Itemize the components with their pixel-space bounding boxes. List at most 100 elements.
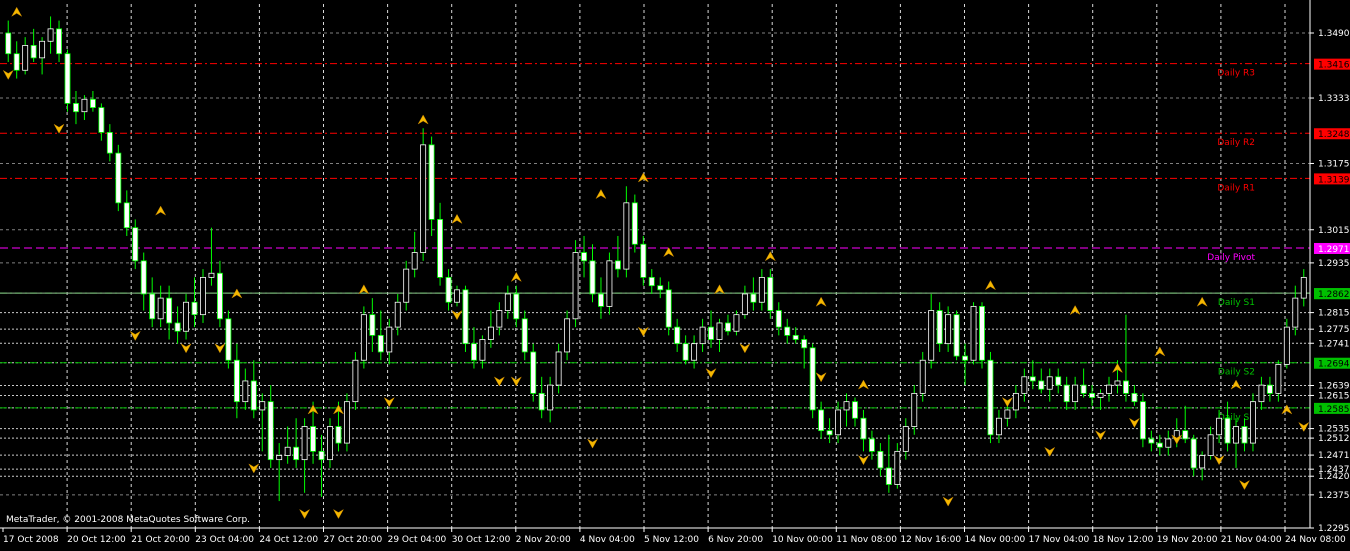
candle-body[interactable] <box>1089 392 1096 398</box>
candle-body[interactable] <box>1250 401 1256 444</box>
candle-body[interactable] <box>530 351 537 394</box>
candle-body[interactable] <box>598 293 604 307</box>
candle-body[interactable] <box>140 260 147 295</box>
candle-body[interactable] <box>157 297 164 320</box>
candle-body[interactable] <box>555 351 562 386</box>
candle-body[interactable] <box>564 318 571 353</box>
candle-body[interactable] <box>1055 376 1062 386</box>
candle-body[interactable] <box>149 293 156 320</box>
candle-body[interactable] <box>377 334 384 353</box>
candle-body[interactable] <box>411 252 418 270</box>
candle-body[interactable] <box>1046 376 1053 390</box>
candle-body[interactable] <box>725 322 731 332</box>
candle-body[interactable] <box>1283 326 1290 365</box>
candle-body[interactable] <box>1233 426 1239 444</box>
candle-body[interactable] <box>343 401 350 444</box>
candle-body[interactable] <box>166 297 173 324</box>
candle-body[interactable] <box>521 318 528 353</box>
candle-body[interactable] <box>970 305 977 361</box>
candle-body[interactable] <box>699 326 706 345</box>
candle-body[interactable] <box>885 467 892 485</box>
candle-body[interactable] <box>1156 442 1163 448</box>
candle-body[interactable] <box>5 32 12 55</box>
candle-body[interactable] <box>22 45 29 71</box>
candle-body[interactable] <box>504 293 511 311</box>
candle-body[interactable] <box>581 252 587 262</box>
candle-body[interactable] <box>809 347 816 411</box>
candle-body[interactable] <box>741 293 748 316</box>
candle-body[interactable] <box>1063 384 1070 403</box>
candle-body[interactable] <box>115 152 122 204</box>
candle-body[interactable] <box>691 343 698 361</box>
candle-body[interactable] <box>1131 392 1138 403</box>
candle-body[interactable] <box>30 45 37 59</box>
candle-body[interactable] <box>852 401 858 419</box>
candle-body[interactable] <box>1012 392 1019 411</box>
candle-body[interactable] <box>479 339 486 361</box>
candle-body[interactable] <box>1258 384 1265 403</box>
candle-body[interactable] <box>606 260 613 307</box>
candle-body[interactable] <box>420 144 427 253</box>
candle-body[interactable] <box>674 326 681 345</box>
candle-body[interactable] <box>843 401 850 411</box>
candle-body[interactable] <box>1224 417 1231 444</box>
candle-body[interactable] <box>868 438 875 452</box>
candle-body[interactable] <box>860 417 867 440</box>
candle-body[interactable] <box>1300 276 1307 299</box>
candle-body[interactable] <box>1190 438 1197 469</box>
candle-body[interactable] <box>987 359 994 436</box>
candle-body[interactable] <box>123 202 130 229</box>
candle-body[interactable] <box>496 310 503 328</box>
candle-body[interactable] <box>1207 434 1214 456</box>
candle-body[interactable] <box>665 289 672 328</box>
candle-body[interactable] <box>310 426 317 452</box>
candle-body[interactable] <box>200 276 206 316</box>
candle-body[interactable] <box>267 401 274 461</box>
candle-body[interactable] <box>589 260 596 295</box>
candle-body[interactable] <box>623 202 630 270</box>
candle-body[interactable] <box>352 359 359 403</box>
candle-body[interactable] <box>538 392 545 411</box>
candle-body[interactable] <box>995 417 1002 436</box>
candle-body[interactable] <box>471 343 477 361</box>
candle-body[interactable] <box>360 314 367 361</box>
candle-body[interactable] <box>1038 380 1045 390</box>
candle-body[interactable] <box>1199 455 1206 469</box>
candle-body[interactable] <box>877 450 884 469</box>
candle-body[interactable] <box>225 318 232 361</box>
candle-body[interactable] <box>428 144 435 220</box>
candle-body[interactable] <box>445 276 452 303</box>
candle-body[interactable] <box>1029 376 1036 382</box>
candle-body[interactable] <box>513 293 520 320</box>
candle-body[interactable] <box>911 392 918 427</box>
candle-body[interactable] <box>284 446 291 456</box>
candle-body[interactable] <box>191 301 198 316</box>
candle-body[interactable] <box>1114 380 1121 386</box>
candle-body[interactable] <box>98 107 105 133</box>
candle-body[interactable] <box>250 380 257 411</box>
candle-body[interactable] <box>1266 384 1273 394</box>
candle-body[interactable] <box>174 322 181 332</box>
candle-body[interactable] <box>13 53 20 71</box>
candlestick-chart[interactable]: Daily R3 Daily R2 Daily R1 Daily Pivot Daily… <box>0 0 1350 547</box>
candle-body[interactable] <box>928 310 935 361</box>
candle-body[interactable] <box>826 430 833 436</box>
candle-body[interactable] <box>1292 297 1299 328</box>
candle-body[interactable] <box>1216 417 1223 436</box>
candle-body[interactable] <box>183 301 189 332</box>
candle-body[interactable] <box>962 355 969 361</box>
candle-body[interactable] <box>369 314 376 336</box>
candle-body[interactable] <box>1021 376 1028 394</box>
candle-body[interactable] <box>47 28 54 42</box>
candle-body[interactable] <box>318 450 325 461</box>
candle-body[interactable] <box>631 202 638 245</box>
candle-body[interactable] <box>1139 401 1146 440</box>
candle-body[interactable] <box>648 276 655 287</box>
candle-body[interactable] <box>454 289 460 303</box>
candle-body[interactable] <box>894 450 901 485</box>
candle-body[interactable] <box>276 455 283 461</box>
candle-body[interactable] <box>936 310 943 345</box>
candle-body[interactable] <box>750 293 757 303</box>
candle-body[interactable] <box>106 132 113 154</box>
candle-body[interactable] <box>301 426 308 461</box>
